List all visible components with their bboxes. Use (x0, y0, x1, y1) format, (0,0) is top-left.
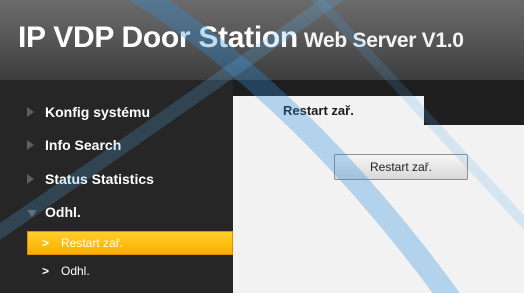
triangle-right-icon (27, 107, 34, 117)
chevron-right-icon: > (42, 236, 50, 250)
app-title: IP VDP Door Station Web Server V1.0 (18, 21, 464, 55)
sidebar-item-label: Odhl. (45, 204, 81, 220)
sidebar-item-status-statistics[interactable]: Status Statistics (0, 167, 233, 191)
sidebar-subitem-label: Restart zař. (61, 236, 124, 250)
sidebar-item-info-search[interactable]: Info Search (0, 133, 233, 157)
sidebar-item-label: Status Statistics (45, 171, 154, 187)
triangle-right-icon (27, 174, 34, 184)
sidebar-subitem-restart[interactable]: > Restart zař. (27, 231, 233, 255)
app-subtitle: Web Server V1.0 (303, 29, 464, 52)
sidebar-subitem-label: Odhl. (61, 264, 90, 278)
sidebar-item-konfig-systemu[interactable]: Konfig systému (0, 100, 233, 124)
triangle-down-icon (27, 210, 37, 217)
sidebar-item-label: Info Search (45, 137, 122, 153)
sidebar-subitem-odhl[interactable]: > Odhl. (27, 259, 233, 283)
tab-strip (424, 96, 524, 125)
header-bar: IP VDP Door Station Web Server V1.0 (0, 0, 524, 80)
sidebar-item-odhl[interactable]: Odhl. (0, 200, 233, 224)
chevron-right-icon: > (42, 264, 50, 278)
triangle-right-icon (27, 140, 34, 150)
sidebar-item-label: Konfig systému (45, 104, 151, 120)
app-title-text: IP VDP Door Station (18, 21, 298, 54)
tab-restart[interactable]: Restart zař. (233, 96, 424, 125)
restart-button[interactable]: Restart zař. (334, 154, 468, 180)
tab-label: Restart zař. (283, 103, 354, 118)
sidebar: Konfig systému Info Search Status Statis… (0, 80, 233, 293)
content-panel: Restart zař. (233, 125, 524, 293)
